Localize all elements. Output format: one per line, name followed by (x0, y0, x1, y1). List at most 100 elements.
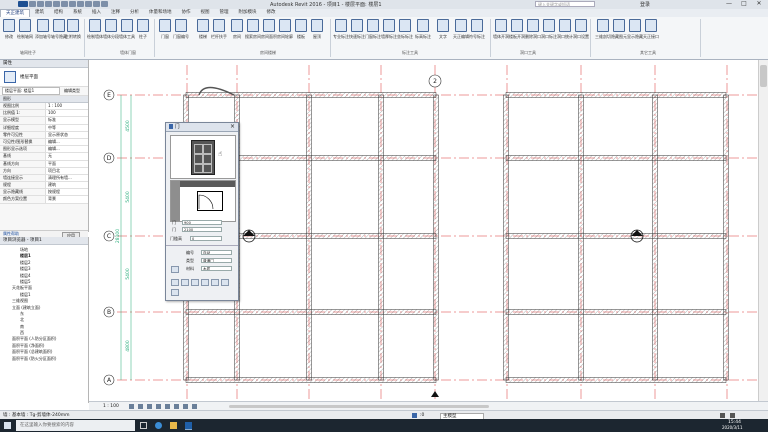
undo-icon[interactable] (45, 1, 52, 7)
ribbon-tool-10[interactable]: 门窗编号 (173, 19, 189, 47)
property-row[interactable]: 显示模型 标准 (0, 117, 88, 125)
wall[interactable] (505, 155, 727, 161)
wall[interactable] (723, 94, 729, 381)
door-type-select[interactable]: 普通门 (201, 258, 232, 263)
vertical-scrollbar[interactable] (758, 60, 768, 401)
ribbon-tool-8[interactable]: 柱子 (136, 19, 150, 47)
tab-6[interactable]: 分析 (125, 9, 144, 17)
property-row[interactable]: 比例值 1: 100 (0, 110, 88, 118)
property-row[interactable]: 颜色方案位置 背景 (0, 196, 88, 204)
property-row[interactable]: 基线方向 平面 (0, 160, 88, 168)
property-row[interactable]: 墙连接显示 清理所有墙... (0, 174, 88, 183)
shadows-icon[interactable] (156, 404, 161, 409)
wall[interactable] (578, 94, 584, 381)
print-icon[interactable] (61, 1, 68, 7)
property-value[interactable]: 背景 (45, 196, 88, 203)
ribbon-tool-36[interactable]: 显示隐藏 (627, 19, 643, 47)
ribbon-tool-23[interactable]: 坐标标注 (397, 19, 413, 47)
door-height-field[interactable]: 2100 (182, 227, 222, 232)
ribbon-tool-21[interactable]: 门窗标注 (365, 19, 381, 47)
ribbon-tool-26[interactable]: 天正编辑 (453, 19, 469, 47)
wall[interactable] (505, 233, 727, 239)
ribbon-tool-9[interactable]: 门窗 (158, 19, 172, 47)
section-icon[interactable] (101, 1, 108, 7)
ribbon-tool-34[interactable]: 三维剖切 (595, 19, 611, 47)
wall[interactable] (505, 309, 727, 315)
ribbon-tool-6[interactable]: 墙体分段 (103, 19, 119, 47)
tab-5[interactable]: 注释 (106, 9, 125, 17)
temp-hide-icon[interactable] (183, 404, 188, 409)
ribbon-tool-1[interactable]: 绘制轴网 (17, 19, 33, 47)
property-row[interactable]: 显示隐藏线 按规程 (0, 189, 88, 197)
ribbon-tool-25[interactable]: 文字 (436, 19, 450, 47)
sun-path-icon[interactable] (147, 404, 152, 409)
ribbon-tool-19[interactable]: 专业标注 (333, 19, 349, 47)
ribbon-tool-5[interactable]: 绘制墙体 (87, 19, 103, 47)
ribbon-tool-29[interactable]: 楼板开洞 (509, 19, 525, 47)
tab-9[interactable]: 视图 (196, 9, 215, 17)
wall[interactable] (306, 94, 312, 381)
property-value[interactable]: 标准 (45, 117, 88, 124)
quick-access-toolbar[interactable] (18, 1, 108, 7)
ribbon-tool-17[interactable]: 楼板 (294, 19, 308, 47)
close-button[interactable]: ✕ (752, 0, 766, 8)
ribbon-tool-32[interactable]: 洞口统计 (557, 19, 573, 47)
edge-icon[interactable] (155, 422, 162, 429)
property-row[interactable]: 可见性/图形替换 编辑... (0, 138, 88, 147)
view-select[interactable]: 楼层平面: 楼层1 (2, 87, 60, 95)
property-row[interactable]: 规程 建筑 (0, 182, 88, 190)
sill-height-field[interactable]: 0 (190, 236, 222, 241)
property-row[interactable]: 视图比例 1 : 100 (0, 103, 88, 111)
wall[interactable] (433, 94, 439, 381)
ribbon-tool-20[interactable]: 快速标注 (349, 19, 365, 47)
door-plan-preview[interactable] (170, 180, 236, 222)
door-width-field[interactable]: 900 (182, 220, 222, 225)
3d-view-icon[interactable] (93, 1, 100, 7)
measure-icon[interactable] (69, 1, 76, 7)
ribbon-tool-22[interactable]: 墙厚标注 (381, 19, 397, 47)
door-style-button[interactable] (171, 266, 179, 273)
property-value[interactable]: 编辑... (45, 138, 88, 146)
browser-item[interactable]: 面积平面 (防火分区面积) (0, 356, 88, 362)
property-value[interactable]: 1 : 100 (45, 103, 88, 110)
save-icon[interactable] (37, 1, 44, 7)
wall[interactable] (378, 94, 384, 381)
maximize-button[interactable]: □ (737, 0, 751, 8)
edit-type-button[interactable]: 编辑类型 (64, 88, 80, 94)
filter-icon[interactable] (720, 413, 725, 418)
ribbon-tool-13[interactable]: 房间 (230, 19, 244, 47)
crop-view-icon[interactable] (165, 404, 170, 409)
property-value[interactable]: 建筑 (45, 182, 88, 189)
ribbon-tool-33[interactable]: 洞口设置 (573, 19, 589, 47)
show-crop-icon[interactable] (174, 404, 179, 409)
tab-12[interactable]: 修改 (262, 9, 281, 17)
ribbon-tool-24[interactable]: 标高标注 (415, 19, 431, 47)
ribbon-tool-30[interactable]: 删除洞口 (525, 19, 541, 47)
hscroll-bar[interactable] (229, 405, 489, 408)
reveal-hidden-icon[interactable] (192, 404, 197, 409)
door-material-select[interactable]: 木质 (201, 266, 232, 271)
property-value[interactable]: 项目北 (45, 167, 88, 174)
wall[interactable] (505, 377, 727, 383)
explorer-icon[interactable] (170, 422, 177, 429)
property-row[interactable]: 零件可见性 显示原状态 (0, 131, 88, 139)
tab-11[interactable]: 附加模块 (234, 9, 262, 17)
ribbon-tool-12[interactable]: 栏杆扶手 (211, 19, 227, 47)
wall[interactable] (503, 94, 509, 381)
property-value[interactable]: 中等 (45, 124, 88, 131)
tab-8[interactable]: 协作 (177, 9, 196, 17)
minimize-button[interactable]: — (722, 0, 736, 8)
insert-free-icon[interactable] (171, 279, 179, 286)
dimension-icon[interactable] (77, 1, 84, 7)
door-preview[interactable]: ☝ (170, 135, 236, 179)
insert-room-icon[interactable] (221, 279, 229, 286)
app-menu-icon[interactable] (18, 1, 28, 7)
ribbon-tool-35[interactable]: 隐藏图元 (611, 19, 627, 47)
tray-date[interactable]: 2020/3/11 (722, 425, 743, 431)
ribbon-tool-2[interactable]: 添加轴号 (35, 19, 51, 47)
ribbon-tool-11[interactable]: 楼梯 (196, 19, 210, 47)
wall[interactable] (652, 94, 658, 381)
ribbon-tool-7[interactable]: 墙体工具 (119, 19, 135, 47)
tab-7[interactable]: 体量和场地 (144, 9, 177, 17)
tab-4[interactable]: 插入 (87, 9, 106, 17)
